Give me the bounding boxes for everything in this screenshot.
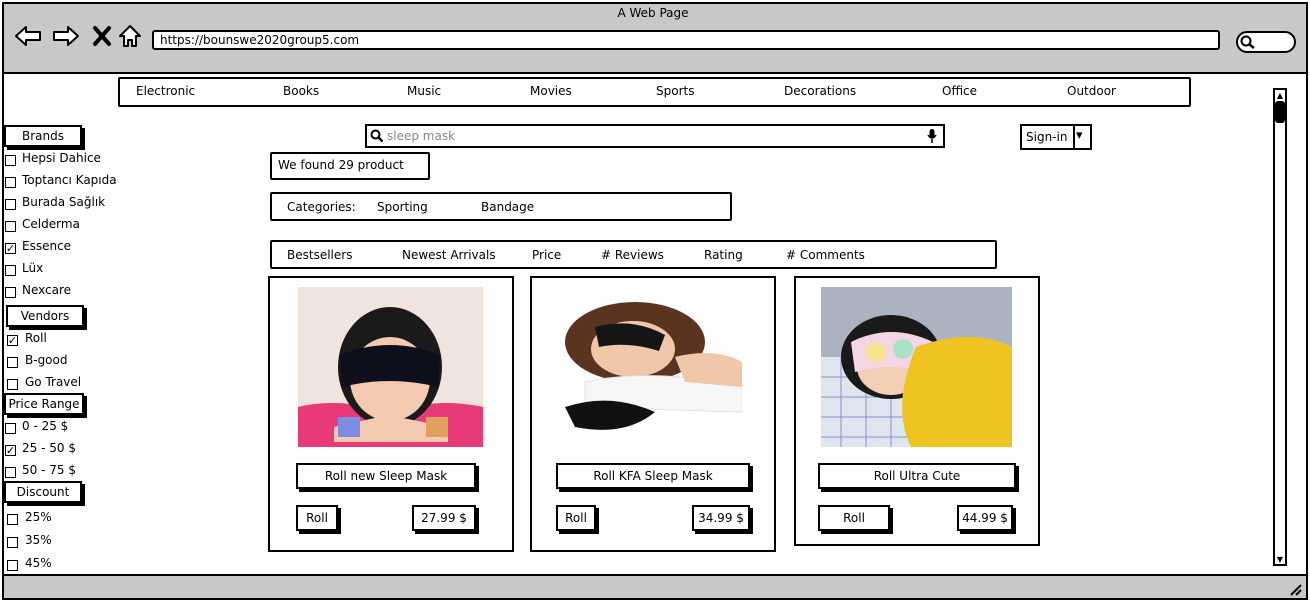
product-name-button[interactable]: Roll Ultra Cute <box>818 463 1016 489</box>
filter-label[interactable]: B-good <box>25 353 67 367</box>
price-tag: 44.99 $ <box>957 505 1013 531</box>
resize-grip-icon[interactable] <box>1288 582 1302 599</box>
filter-checkbox[interactable] <box>7 357 18 368</box>
scrollbar-thumb[interactable] <box>1275 101 1285 123</box>
chevron-down-icon[interactable]: ▾ <box>1076 128 1083 143</box>
scroll-down-icon[interactable]: ▼ <box>1275 554 1285 564</box>
signin-label: Sign-in <box>1026 130 1068 144</box>
filter-label[interactable]: 0 - 25 $ <box>22 419 68 433</box>
discount-header: Discount <box>4 481 82 503</box>
search-query: sleep mask <box>387 129 456 143</box>
vendor-button[interactable]: Roll <box>296 505 338 531</box>
product-name-button[interactable]: Roll KFA Sleep Mask <box>556 463 750 489</box>
checkmark-icon: ✓ <box>5 444 16 457</box>
filter-checkbox[interactable]: ✓ <box>5 445 16 456</box>
results-count: We found 29 product <box>278 158 404 172</box>
filter-label[interactable]: Go Travel <box>25 375 81 389</box>
nav-item-outdoor[interactable]: Outdoor <box>1067 84 1116 98</box>
filter-label[interactable]: Celderma <box>22 217 80 231</box>
category-bandage[interactable]: Bandage <box>481 200 534 214</box>
filter-label[interactable]: 35% <box>25 533 52 547</box>
filter-checkbox[interactable] <box>5 199 16 210</box>
brands-header: Brands <box>4 125 82 147</box>
filter-label[interactable]: Lüx <box>22 261 43 275</box>
nav-item-office[interactable]: Office <box>942 84 977 98</box>
filter-checkbox[interactable]: ✓ <box>5 243 16 254</box>
sort-bestsellers[interactable]: Bestsellers <box>287 248 352 262</box>
categories-label: Categories: <box>287 200 356 214</box>
scroll-up-icon[interactable]: ▲ <box>1275 90 1285 100</box>
url-bar[interactable]: https://bounswe2020group5.com <box>152 30 1220 50</box>
product-image[interactable] <box>555 287 742 447</box>
vertical-scrollbar[interactable] <box>1273 88 1287 566</box>
filter-label[interactable]: 25% <box>25 510 52 524</box>
filter-checkbox[interactable] <box>5 467 16 478</box>
close-icon[interactable] <box>88 22 116 50</box>
filter-checkbox[interactable] <box>5 221 16 232</box>
filter-checkbox[interactable] <box>5 287 16 298</box>
window-title: A Web Page <box>617 6 689 20</box>
checkmark-icon: ✓ <box>7 334 18 347</box>
filter-checkbox[interactable]: ✓ <box>7 335 18 346</box>
vendor-button[interactable]: Roll <box>556 505 596 531</box>
filter-label[interactable]: 25 - 50 $ <box>22 441 76 455</box>
filter-label[interactable]: Essence <box>22 239 71 253</box>
filter-label[interactable]: Burada Sağlık <box>22 195 105 209</box>
vendors-header: Vendors <box>6 305 84 327</box>
filter-checkbox[interactable] <box>5 423 16 434</box>
filter-checkbox[interactable] <box>7 537 18 548</box>
filter-checkbox[interactable] <box>7 560 18 571</box>
filter-label[interactable]: Toptancı Kapıda <box>22 173 117 187</box>
nav-item-decorations[interactable]: Decorations <box>784 84 856 98</box>
back-arrow-icon[interactable] <box>14 22 42 50</box>
filter-label[interactable]: Hepsi Dahice <box>22 151 101 165</box>
filter-label[interactable]: Nexcare <box>22 283 71 297</box>
filter-label[interactable]: 50 - 75 $ <box>22 463 76 477</box>
sort-reviews[interactable]: # Reviews <box>601 248 664 262</box>
microphone-icon[interactable] <box>927 128 937 147</box>
price-tag: 27.99 $ <box>412 505 476 531</box>
nav-item-movies[interactable]: Movies <box>530 84 572 98</box>
nav-item-books[interactable]: Books <box>283 84 319 98</box>
product-name-button[interactable]: Roll new Sleep Mask <box>296 463 476 489</box>
product-image[interactable] <box>821 287 1012 447</box>
nav-item-electronic[interactable]: Electronic <box>136 84 195 98</box>
filter-checkbox[interactable] <box>7 514 18 525</box>
dropdown-divider <box>1073 126 1075 148</box>
price-range-header: Price Range <box>4 393 84 415</box>
nav-item-sports[interactable]: Sports <box>656 84 694 98</box>
filter-label[interactable]: Roll <box>25 331 47 345</box>
forward-arrow-icon[interactable] <box>52 22 80 50</box>
price-tag: 34.99 $ <box>692 505 750 531</box>
filter-checkbox[interactable] <box>5 155 16 166</box>
nav-item-music[interactable]: Music <box>407 84 441 98</box>
filter-checkbox[interactable] <box>7 379 18 390</box>
product-image[interactable] <box>298 287 483 447</box>
filter-label[interactable]: 45% <box>25 556 52 570</box>
checkmark-icon: ✓ <box>5 242 16 255</box>
category-sporting[interactable]: Sporting <box>377 200 428 214</box>
filter-checkbox[interactable] <box>5 177 16 188</box>
search-icon <box>370 129 384 146</box>
home-icon[interactable] <box>116 22 144 50</box>
search-icon <box>1240 35 1256 52</box>
filter-checkbox[interactable] <box>5 265 16 276</box>
sort-rating[interactable]: Rating <box>704 248 743 262</box>
sort-newest-arrivals[interactable]: Newest Arrivals <box>402 248 496 262</box>
sort-price[interactable]: Price <box>532 248 561 262</box>
sort-comments[interactable]: # Comments <box>786 248 865 262</box>
vendor-button[interactable]: Roll <box>818 505 890 531</box>
status-bar <box>2 574 1308 600</box>
category-navbar <box>118 77 1191 107</box>
